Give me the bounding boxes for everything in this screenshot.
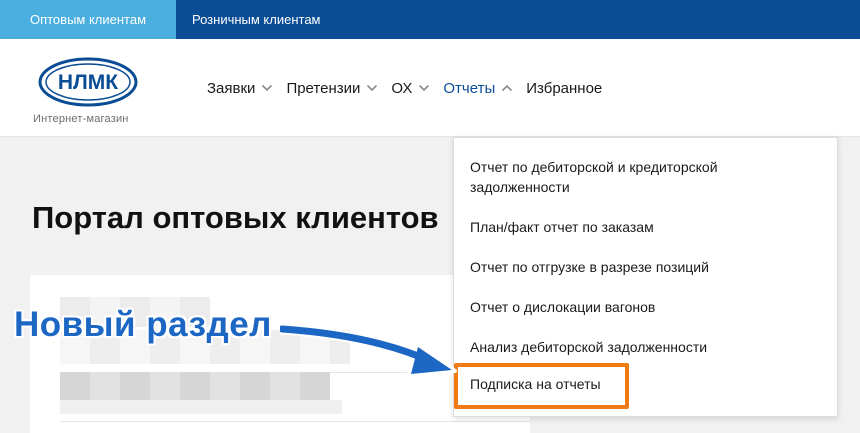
nav-item-label: Заявки (207, 79, 256, 97)
menu-item-shipment-report[interactable]: Отчет по отгрузке в разрезе позиций (470, 257, 709, 277)
nlmk-logo[interactable]: НЛМК (38, 57, 138, 107)
menu-item-receivables-analysis[interactable]: Анализ дебиторской задолженности (470, 337, 707, 357)
menu-item-report-subscription[interactable]: Подписка на отчеты (470, 374, 601, 394)
menu-item-wagon-location-report[interactable]: Отчет о дислокации вагонов (470, 297, 655, 317)
nav-item-claims[interactable]: Претензии (286, 80, 378, 97)
logo-caption: Интернет-магазин (33, 113, 129, 125)
reports-dropdown-menu: Отчет по дебиторской и кредиторской задо… (453, 137, 838, 417)
nav-item-label: ОХ (391, 79, 413, 97)
nav-item-favorites[interactable]: Избранное (526, 80, 602, 97)
logo-text: НЛМК (58, 71, 118, 94)
nav-item-oh[interactable]: ОХ (391, 80, 430, 97)
chevron-up-icon (502, 84, 513, 92)
annotation-arrow-icon (280, 323, 457, 379)
tab-retail-clients[interactable]: Розничным клиентам (176, 0, 337, 39)
page-title: Портал оптовых клиентов (32, 200, 439, 235)
chevron-down-icon (262, 84, 273, 92)
nav-item-orders[interactable]: Заявки (207, 80, 273, 97)
blurred-content (60, 400, 342, 414)
main-nav: Заявки Претензии ОХ Отчеты Избранное (207, 77, 602, 99)
site-header: НЛМК Интернет-магазин Заявки Претензии О… (0, 39, 860, 137)
menu-item-plan-fact-report[interactable]: План/факт отчет по заказам (470, 217, 654, 237)
tab-wholesale-clients[interactable]: Оптовым клиентам (0, 0, 176, 39)
chevron-down-icon (367, 84, 378, 92)
chevron-down-icon (419, 84, 430, 92)
annotation-label: Новый раздел (14, 305, 272, 344)
divider (60, 421, 530, 422)
nav-item-label: Отчеты (443, 79, 496, 97)
menu-item-receivables-payables-report[interactable]: Отчет по дебиторской и кредиторской задо… (470, 157, 770, 197)
nav-item-label: Претензии (286, 79, 361, 97)
nav-item-label: Избранное (526, 79, 603, 97)
top-audience-bar: Оптовым клиентам Розничным клиентам (0, 0, 860, 39)
nav-item-reports[interactable]: Отчеты (443, 80, 513, 97)
